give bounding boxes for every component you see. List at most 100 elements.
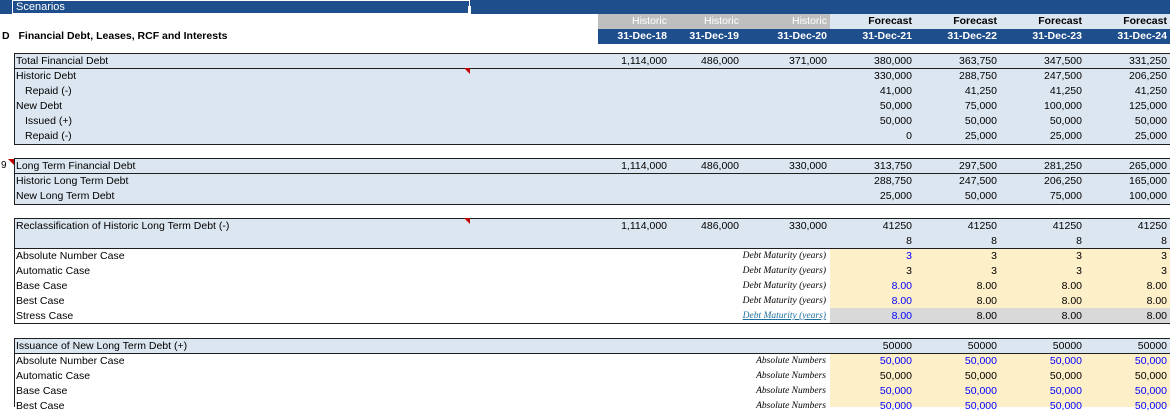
fc-value[interactable]: 100,000 (1000, 99, 1082, 114)
fc-value[interactable]: 330,000 (830, 69, 912, 84)
fc-value[interactable]: 380,000 (830, 54, 912, 69)
input-value[interactable]: 8.00 (915, 294, 997, 309)
input-value[interactable]: 50,000 (830, 369, 912, 384)
fc-value[interactable]: 288,750 (915, 69, 997, 84)
fc-value[interactable]: 25,000 (915, 129, 997, 144)
fc-value[interactable]: 41,250 (1085, 84, 1167, 99)
input-value[interactable]: 3 (1000, 249, 1082, 264)
hist-value[interactable]: 330,000 (742, 219, 827, 234)
fc-value[interactable]: 331,250 (1085, 54, 1167, 69)
input-value[interactable]: 50,000 (1000, 354, 1082, 369)
fc-value[interactable]: 297,500 (915, 159, 997, 174)
row-label[interactable]: Automatic Case (16, 264, 90, 279)
fc-value[interactable]: 50,000 (830, 114, 912, 129)
hist-value[interactable]: 1,114,000 (598, 219, 667, 234)
row-label[interactable]: Base Case (16, 384, 67, 399)
input-value[interactable]: 8.00 (830, 309, 912, 324)
input-value[interactable]: 8.00 (830, 294, 912, 309)
row-label[interactable]: Automatic Case (16, 369, 90, 384)
fc-value[interactable]: 50,000 (915, 189, 997, 204)
input-value[interactable]: 50,000 (1085, 369, 1167, 384)
fc-value[interactable]: 281,250 (1000, 159, 1082, 174)
row-label[interactable]: Absolute Number Case (16, 249, 125, 264)
input-value[interactable]: 3 (830, 264, 912, 279)
fc-value[interactable]: 165,000 (1085, 174, 1167, 189)
fc-value[interactable]: 0 (830, 129, 912, 144)
hist-value[interactable]: 486,000 (670, 219, 739, 234)
row-label[interactable]: Stress Case (16, 309, 73, 324)
input-value[interactable]: 50,000 (1085, 354, 1167, 369)
fc-value[interactable]: 265,000 (1085, 159, 1167, 174)
row-label[interactable]: Base Case (16, 279, 67, 294)
fc-value[interactable]: 41250 (1000, 219, 1082, 234)
fc-value[interactable]: 8 (915, 234, 997, 249)
row-label[interactable]: New Long Term Debt (16, 189, 114, 204)
row-label[interactable]: Long Term Financial Debt (16, 159, 135, 174)
fc-value[interactable]: 50000 (915, 339, 997, 354)
fc-value[interactable]: 41250 (830, 219, 912, 234)
fc-value[interactable]: 50,000 (830, 99, 912, 114)
fc-value[interactable]: 25,000 (830, 189, 912, 204)
row-label[interactable]: Issuance of New Long Term Debt (+) (16, 339, 187, 354)
row-label[interactable]: Total Financial Debt (16, 54, 108, 69)
fc-value[interactable]: 206,250 (1000, 174, 1082, 189)
fc-value[interactable]: 50,000 (1085, 114, 1167, 129)
input-value[interactable]: 50,000 (915, 354, 997, 369)
fc-value[interactable]: 41,000 (830, 84, 912, 99)
input-value[interactable]: 3 (1000, 264, 1082, 279)
input-value[interactable]: 50,000 (915, 384, 997, 399)
fc-value[interactable]: 8 (830, 234, 912, 249)
fc-value[interactable]: 50000 (1000, 339, 1082, 354)
input-value[interactable]: 50,000 (1000, 369, 1082, 384)
row-label[interactable]: New Debt (16, 99, 62, 114)
fc-value[interactable]: 347,500 (1000, 54, 1082, 69)
row-label[interactable]: Reclassification of Historic Long Term D… (16, 219, 229, 234)
fc-value[interactable]: 75,000 (915, 99, 997, 114)
fc-value[interactable]: 41250 (1085, 219, 1167, 234)
fc-value[interactable]: 8 (1000, 234, 1082, 249)
input-value[interactable]: 3 (830, 249, 912, 264)
hist-value[interactable]: 486,000 (670, 159, 739, 174)
input-value[interactable]: 8.00 (1085, 294, 1167, 309)
input-value[interactable]: 50,000 (915, 369, 997, 384)
fc-value[interactable]: 25,000 (1085, 129, 1167, 144)
input-value[interactable]: 8.00 (915, 279, 997, 294)
fc-value[interactable]: 363,750 (915, 54, 997, 69)
input-value[interactable]: 3 (1085, 249, 1167, 264)
fc-value[interactable]: 41250 (915, 219, 997, 234)
fc-value[interactable]: 247,500 (1000, 69, 1082, 84)
scenarios-cell[interactable]: Scenarios (12, 0, 470, 14)
fc-value[interactable]: 41,250 (1000, 84, 1082, 99)
input-value[interactable]: 50,000 (830, 384, 912, 399)
input-value[interactable]: 8.00 (1000, 309, 1082, 324)
hist-value[interactable]: 371,000 (742, 54, 827, 69)
fc-value[interactable]: 50,000 (1000, 114, 1082, 129)
fill-handle[interactable] (468, 6, 471, 14)
input-value[interactable]: 8.00 (1000, 279, 1082, 294)
fc-value[interactable]: 75,000 (1000, 189, 1082, 204)
fc-value[interactable]: 125,000 (1085, 99, 1167, 114)
row-label[interactable]: Repaid (-) (25, 84, 72, 99)
input-value[interactable]: 8.00 (1085, 279, 1167, 294)
fc-value[interactable]: 100,000 (1085, 189, 1167, 204)
input-value[interactable]: 50,000 (830, 354, 912, 369)
row-label[interactable]: Historic Debt (16, 69, 76, 84)
input-value[interactable]: 8.00 (915, 309, 997, 324)
input-value[interactable]: 3 (915, 249, 997, 264)
fc-value[interactable]: 41,250 (915, 84, 997, 99)
fc-value[interactable]: 206,250 (1085, 69, 1167, 84)
hist-value[interactable]: 1,114,000 (598, 54, 667, 69)
fc-value[interactable]: 25,000 (1000, 129, 1082, 144)
fc-value[interactable]: 50,000 (915, 114, 997, 129)
input-value[interactable]: 8.00 (830, 279, 912, 294)
fc-value[interactable]: 50000 (830, 339, 912, 354)
hist-value[interactable]: 486,000 (670, 54, 739, 69)
hist-value[interactable]: 330,000 (742, 159, 827, 174)
row-label[interactable]: Historic Long Term Debt (16, 174, 128, 189)
input-value[interactable]: 50,000 (1085, 384, 1167, 399)
fc-value[interactable]: 50000 (1085, 339, 1167, 354)
row-label[interactable]: Issued (+) (25, 114, 72, 129)
row-label[interactable]: Best Case (16, 294, 64, 309)
fc-value[interactable]: 247,500 (915, 174, 997, 189)
hist-value[interactable]: 1,114,000 (598, 159, 667, 174)
